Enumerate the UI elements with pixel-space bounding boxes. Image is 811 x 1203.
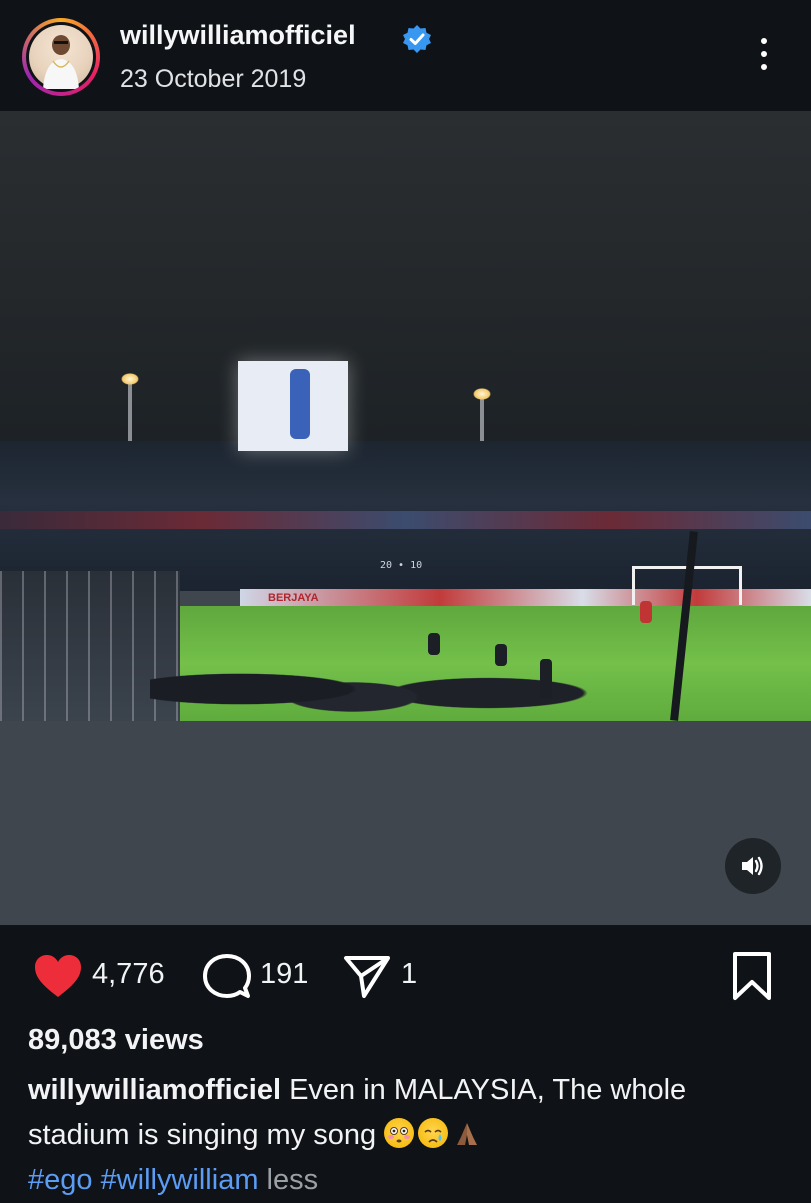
flushed-face-emoji [384, 1118, 415, 1148]
floodlight-lamp [473, 388, 491, 400]
comment-count[interactable]: 191 [260, 958, 308, 991]
like-count[interactable]: 4,776 [92, 958, 165, 991]
stadium-big-screen [238, 361, 348, 451]
hashtag-willywilliam[interactable]: #willywilliam [101, 1164, 259, 1196]
like-heart-icon[interactable] [32, 952, 84, 1000]
avatar-image [29, 25, 93, 89]
video-frame: 20 • 10 BERJAYA [0, 111, 811, 721]
comment-icon[interactable] [200, 952, 252, 1000]
show-less-link[interactable]: less [267, 1164, 319, 1196]
screen-figure [290, 369, 310, 439]
sound-toggle-button[interactable] [725, 838, 781, 894]
hoarding-text: BERJAYA [268, 592, 319, 604]
scoreboard-text: 20 • 10 [380, 560, 423, 571]
crying-face-emoji [418, 1118, 449, 1148]
stands-banner [0, 511, 811, 529]
player [540, 659, 552, 699]
verified-badge-icon [403, 25, 431, 53]
floodlight-lamp [121, 373, 139, 385]
post-header: willywilliamofficiel 23 October 2019 [0, 0, 811, 110]
front-crowd [150, 641, 600, 721]
avatar-person-icon [43, 35, 79, 89]
share-count[interactable]: 1 [401, 958, 417, 991]
folded-hands-emoji [452, 1118, 482, 1148]
post-date: 23 October 2019 [120, 65, 307, 93]
night-sky [0, 111, 811, 441]
hashtag-ego[interactable]: #ego [28, 1164, 93, 1196]
caption-username[interactable]: willywilliamofficiel [28, 1074, 281, 1106]
more-options-icon[interactable] [752, 38, 776, 78]
player [640, 601, 652, 623]
speaker-icon [742, 856, 763, 876]
player [495, 644, 507, 666]
view-count: 89,083 views [28, 1024, 204, 1056]
story-ring[interactable] [22, 18, 100, 96]
action-bar: 4,776 191 1 [0, 946, 811, 1006]
bookmark-save-icon[interactable] [730, 950, 774, 1002]
avatar[interactable] [26, 22, 96, 92]
player [428, 633, 440, 655]
post-caption: willywilliamofficiel Even in MALAYSIA, T… [28, 1068, 788, 1203]
share-send-icon[interactable] [342, 952, 392, 1000]
post-username[interactable]: willywilliamofficiel [120, 20, 356, 51]
